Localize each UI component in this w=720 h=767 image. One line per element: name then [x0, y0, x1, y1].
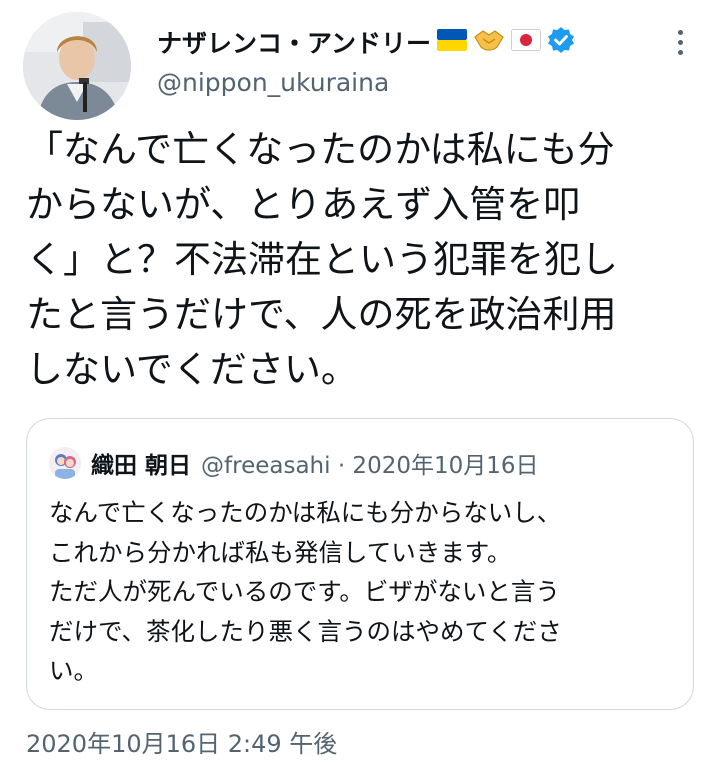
- tweet-text-line: たと言うだけで、人の死を政治利用: [26, 293, 617, 336]
- display-name[interactable]: ナザレンコ・アンドリー: [157, 24, 431, 60]
- quoted-text-line: ただ人が死んでいるのです。ビザがないと言う: [49, 577, 560, 606]
- ukraine-flag-emoji: [437, 29, 468, 55]
- author-avatar[interactable]: [23, 12, 131, 120]
- profile-photo-icon: [23, 12, 131, 120]
- quoted-tweet-text: なんで亡くなったのかは私にも分からないし、 これから分かれば私も発信していきます…: [49, 493, 679, 691]
- tweet-text-line: からないが、とりあえず入管を叩: [26, 183, 581, 226]
- quoted-tweet-card[interactable]: 織田 朝日 @freeasahi · 2020年10月16日 なんで亡くなったの…: [26, 418, 694, 710]
- tweet-timestamp[interactable]: 2020年10月16日 2:49 午後: [26, 724, 337, 759]
- verified-badge-icon: [547, 26, 575, 58]
- japan-flag-emoji: [511, 29, 542, 55]
- tweet-text-line: しないでください。: [26, 348, 358, 391]
- quoted-text-line: い。: [49, 656, 98, 685]
- quoted-text-line: これから分かれば私も発信していきます。: [49, 537, 512, 567]
- more-options-icon[interactable]: [666, 24, 694, 60]
- quoted-handle-and-date: @freeasahi · 2020年10月16日: [201, 453, 539, 479]
- tweet-text-line: 「なんで亡くなったのかは私にも分: [26, 128, 615, 171]
- tweet-text: 「なんで亡くなったのかは私にも分 からないが、とりあえず入管を叩 く」と？不法滞…: [26, 122, 706, 397]
- tweet-text-line: く」と？不法滞在という犯罪を犯し: [26, 238, 618, 281]
- more-dot: [677, 39, 683, 45]
- handshake-emoji: [473, 27, 505, 57]
- author-name-row[interactable]: ナザレンコ・アンドリー: [157, 22, 575, 62]
- author-handle[interactable]: @nippon_ukuraina: [157, 68, 389, 97]
- quoted-tweet-header: 織田 朝日 @freeasahi · 2020年10月16日: [49, 445, 539, 481]
- quoted-user-avatar[interactable]: [49, 447, 81, 479]
- quoted-display-name[interactable]: 織田 朝日: [91, 446, 191, 480]
- more-dot: [677, 29, 683, 35]
- quoted-avatar-illustration-icon: [49, 447, 81, 479]
- more-dot: [677, 49, 683, 55]
- quoted-text-line: だけで、茶化したり悪く言うのはやめてくださ: [49, 616, 562, 646]
- tweet: ナザレンコ・アンドリー @nippon_ukuraina 「なんで亡くなったのか…: [0, 0, 720, 767]
- quoted-text-line: なんで亡くなったのかは私にも分からないし、: [49, 498, 562, 527]
